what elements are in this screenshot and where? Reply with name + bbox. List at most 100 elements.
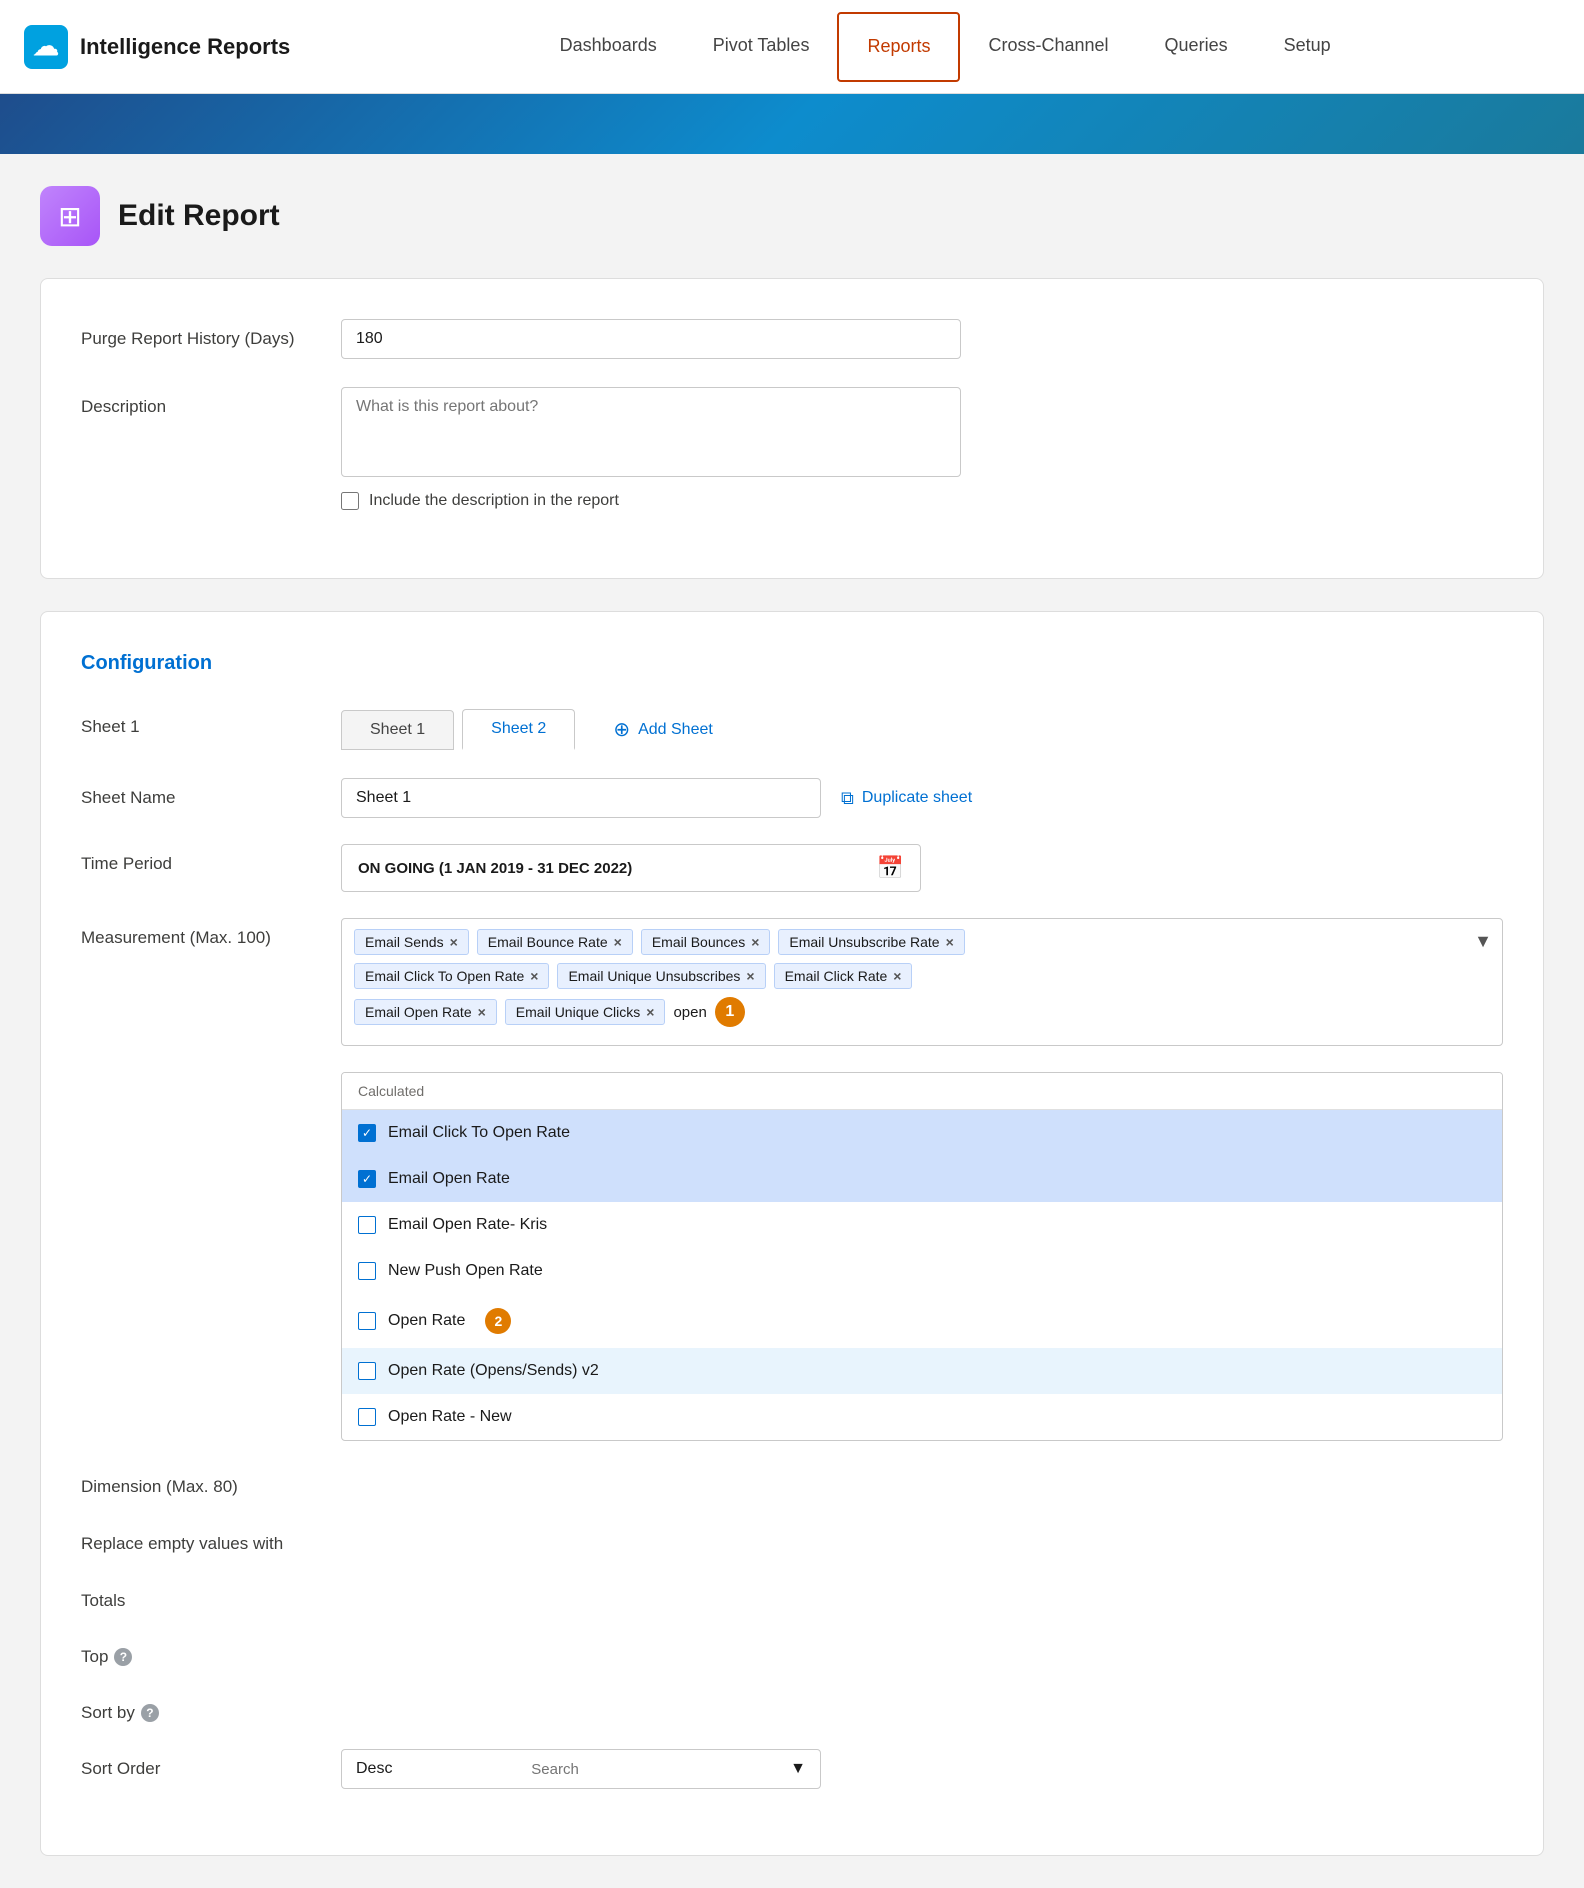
replace-empty-row: Replace empty values with xyxy=(81,1523,1503,1555)
tag-email-click-rate: Email Click Rate × xyxy=(774,963,913,989)
measurement-dropdown: Calculated Email Click To Open Rate Emai… xyxy=(341,1072,1503,1441)
tab-sheet2[interactable]: Sheet 2 xyxy=(462,709,575,750)
dropdown-checkbox-1 xyxy=(358,1170,376,1188)
page-title: Edit Report xyxy=(118,199,280,233)
sheets-tabs-row: Sheet 1 Sheet 1 Sheet 2 ⊕ Add Sheet xyxy=(81,707,1503,752)
tag-email-click-to-open: Email Click To Open Rate × xyxy=(354,963,549,989)
include-description-label: Include the description in the report xyxy=(369,492,619,510)
nav-item-reports[interactable]: Reports xyxy=(837,12,960,82)
dropdown-checkbox-4 xyxy=(358,1312,376,1330)
duplicate-sheet-button[interactable]: ⧉ Duplicate sheet xyxy=(841,788,972,809)
dropdown-checkbox-2 xyxy=(358,1216,376,1234)
nav-item-setup[interactable]: Setup xyxy=(1256,0,1359,94)
remove-tag-email-click-to-open[interactable]: × xyxy=(530,968,538,984)
dropdown-spacer-label xyxy=(81,1072,341,1082)
sort-by-info-icon: ? xyxy=(141,1704,159,1722)
tags-line-2: Email Click To Open Rate × Email Unique … xyxy=(354,963,1490,989)
remove-tag-email-sends[interactable]: × xyxy=(450,934,458,950)
main-nav: Dashboards Pivot Tables Reports Cross-Ch… xyxy=(330,0,1560,94)
dropdown-checkbox-3 xyxy=(358,1262,376,1280)
sort-by-row: Sort by ? xyxy=(81,1693,1503,1723)
remove-tag-email-click-rate[interactable]: × xyxy=(893,968,901,984)
time-period-value: ON GOING (1 JAN 2019 - 31 DEC 2022) xyxy=(358,860,865,877)
include-description-checkbox[interactable] xyxy=(341,492,359,510)
description-label: Description xyxy=(81,387,341,417)
calendar-icon: 📅 xyxy=(877,855,904,881)
tag-email-unique-clicks: Email Unique Clicks × xyxy=(505,999,666,1025)
measurement-label: Measurement (Max. 100) xyxy=(81,918,341,948)
top-navigation: ☁ Intelligence Reports Dashboards Pivot … xyxy=(0,0,1584,94)
app-logo[interactable]: ☁ Intelligence Reports xyxy=(24,25,290,69)
dropdown-item-email-open-rate[interactable]: Email Open Rate xyxy=(342,1156,1502,1202)
dimension-label: Dimension (Max. 80) xyxy=(81,1467,341,1497)
top-row: Top ? xyxy=(81,1637,1503,1667)
page-content: ⊞ Edit Report Purge Report History (Days… xyxy=(0,154,1584,1888)
remove-tag-email-open-rate[interactable]: × xyxy=(478,1004,486,1020)
remove-tag-email-unique-clicks[interactable]: × xyxy=(646,1004,654,1020)
nav-item-dashboards[interactable]: Dashboards xyxy=(532,0,685,94)
remove-tag-email-bounces[interactable]: × xyxy=(751,934,759,950)
description-textarea[interactable] xyxy=(341,387,961,477)
configuration-card: Configuration Sheet 1 Sheet 1 Sheet 2 ⊕ … xyxy=(40,611,1544,1856)
time-period-row: Time Period ON GOING (1 JAN 2019 - 31 DE… xyxy=(81,844,1503,892)
sheet-name-row: Sheet Name ⧉ Duplicate sheet xyxy=(81,778,1503,818)
tags-line-3: Email Open Rate × Email Unique Clicks × … xyxy=(354,997,1490,1027)
top-label-wrap: Top ? xyxy=(81,1637,341,1667)
time-period-label: Time Period xyxy=(81,844,341,874)
dimension-row: Dimension (Max. 80) xyxy=(81,1467,1503,1497)
time-period-input[interactable]: ON GOING (1 JAN 2019 - 31 DEC 2022) 📅 xyxy=(341,844,921,892)
dropdown-item-new-push-open-rate[interactable]: New Push Open Rate xyxy=(342,1248,1502,1294)
edit-report-icon: ⊞ xyxy=(40,186,100,246)
tag-email-unique-unsubscribes: Email Unique Unsubscribes × xyxy=(557,963,765,989)
measurement-row: Measurement (Max. 100) Email Sends × Ema… xyxy=(81,918,1503,1046)
sort-order-select[interactable]: Desc ▼ xyxy=(341,1749,821,1789)
accent-bar xyxy=(0,94,1584,154)
remove-tag-email-bounce-rate[interactable]: × xyxy=(614,934,622,950)
sort-order-arrow: ▼ xyxy=(790,1760,806,1778)
dropdown-section-calculated: Calculated xyxy=(342,1073,1502,1110)
nav-item-queries[interactable]: Queries xyxy=(1137,0,1256,94)
dropdown-item-open-rate-v2[interactable]: Open Rate (Opens/Sends) v2 xyxy=(342,1348,1502,1394)
open-rate-badge: 2 xyxy=(485,1308,511,1334)
dropdown-item-open-rate-new[interactable]: Open Rate - New xyxy=(342,1394,1502,1440)
sheet-name-control: ⧉ Duplicate sheet xyxy=(341,778,1503,818)
remove-tag-email-unsubscribe-rate[interactable]: × xyxy=(946,934,954,950)
dropdown-item-open-rate[interactable]: Open Rate 2 xyxy=(342,1294,1502,1348)
totals-label: Totals xyxy=(81,1581,341,1611)
sheet-name-input[interactable] xyxy=(341,778,821,818)
add-sheet-button[interactable]: ⊕ Add Sheet xyxy=(595,707,731,752)
tab-sheet1[interactable]: Sheet 1 xyxy=(341,710,454,750)
sheets-tabs: Sheet 1 Sheet 2 ⊕ Add Sheet xyxy=(341,707,731,752)
purge-history-row: Purge Report History (Days) xyxy=(81,319,1503,359)
dropdown-item-email-click-to-open[interactable]: Email Click To Open Rate xyxy=(342,1110,1502,1156)
logo-icon: ☁ xyxy=(24,25,68,69)
tags-line-1: Email Sends × Email Bounce Rate × Email … xyxy=(354,929,1490,955)
purge-history-control xyxy=(341,319,1503,359)
description-control: Include the description in the report xyxy=(341,387,1503,510)
sort-order-label: Sort Order xyxy=(81,1749,341,1779)
nav-item-pivot-tables[interactable]: Pivot Tables xyxy=(685,0,838,94)
tag-email-unsubscribe-rate: Email Unsubscribe Rate × xyxy=(778,929,964,955)
measurement-dropdown-arrow[interactable]: ▼ xyxy=(1474,931,1492,952)
tag-email-bounce-rate: Email Bounce Rate × xyxy=(477,929,633,955)
tag-email-bounces: Email Bounces × xyxy=(641,929,771,955)
sort-order-search[interactable] xyxy=(531,1761,651,1778)
replace-empty-label: Replace empty values with xyxy=(81,1523,341,1555)
remove-tag-email-unique-unsubscribes[interactable]: × xyxy=(746,968,754,984)
dropdown-checkbox-5 xyxy=(358,1362,376,1380)
measurement-control[interactable]: Email Sends × Email Bounce Rate × Email … xyxy=(341,918,1503,1046)
sheet-name-label: Sheet Name xyxy=(81,778,341,808)
page-header: ⊞ Edit Report xyxy=(40,186,1544,246)
dropdown-row: Calculated Email Click To Open Rate Emai… xyxy=(81,1072,1503,1441)
nav-item-cross-channel[interactable]: Cross-Channel xyxy=(960,0,1136,94)
report-form-card: Purge Report History (Days) Description … xyxy=(40,278,1544,579)
dropdown-checkbox-0 xyxy=(358,1124,376,1142)
sort-by-label-wrap: Sort by ? xyxy=(81,1693,341,1723)
tag-email-open-rate: Email Open Rate × xyxy=(354,999,497,1025)
totals-row: Totals xyxy=(81,1581,1503,1611)
purge-history-input[interactable] xyxy=(341,319,961,359)
dropdown-checkbox-6 xyxy=(358,1408,376,1426)
add-sheet-icon: ⊕ xyxy=(613,717,630,742)
sheets-label: Sheet 1 xyxy=(81,707,341,737)
dropdown-item-email-open-rate-kris[interactable]: Email Open Rate- Kris xyxy=(342,1202,1502,1248)
